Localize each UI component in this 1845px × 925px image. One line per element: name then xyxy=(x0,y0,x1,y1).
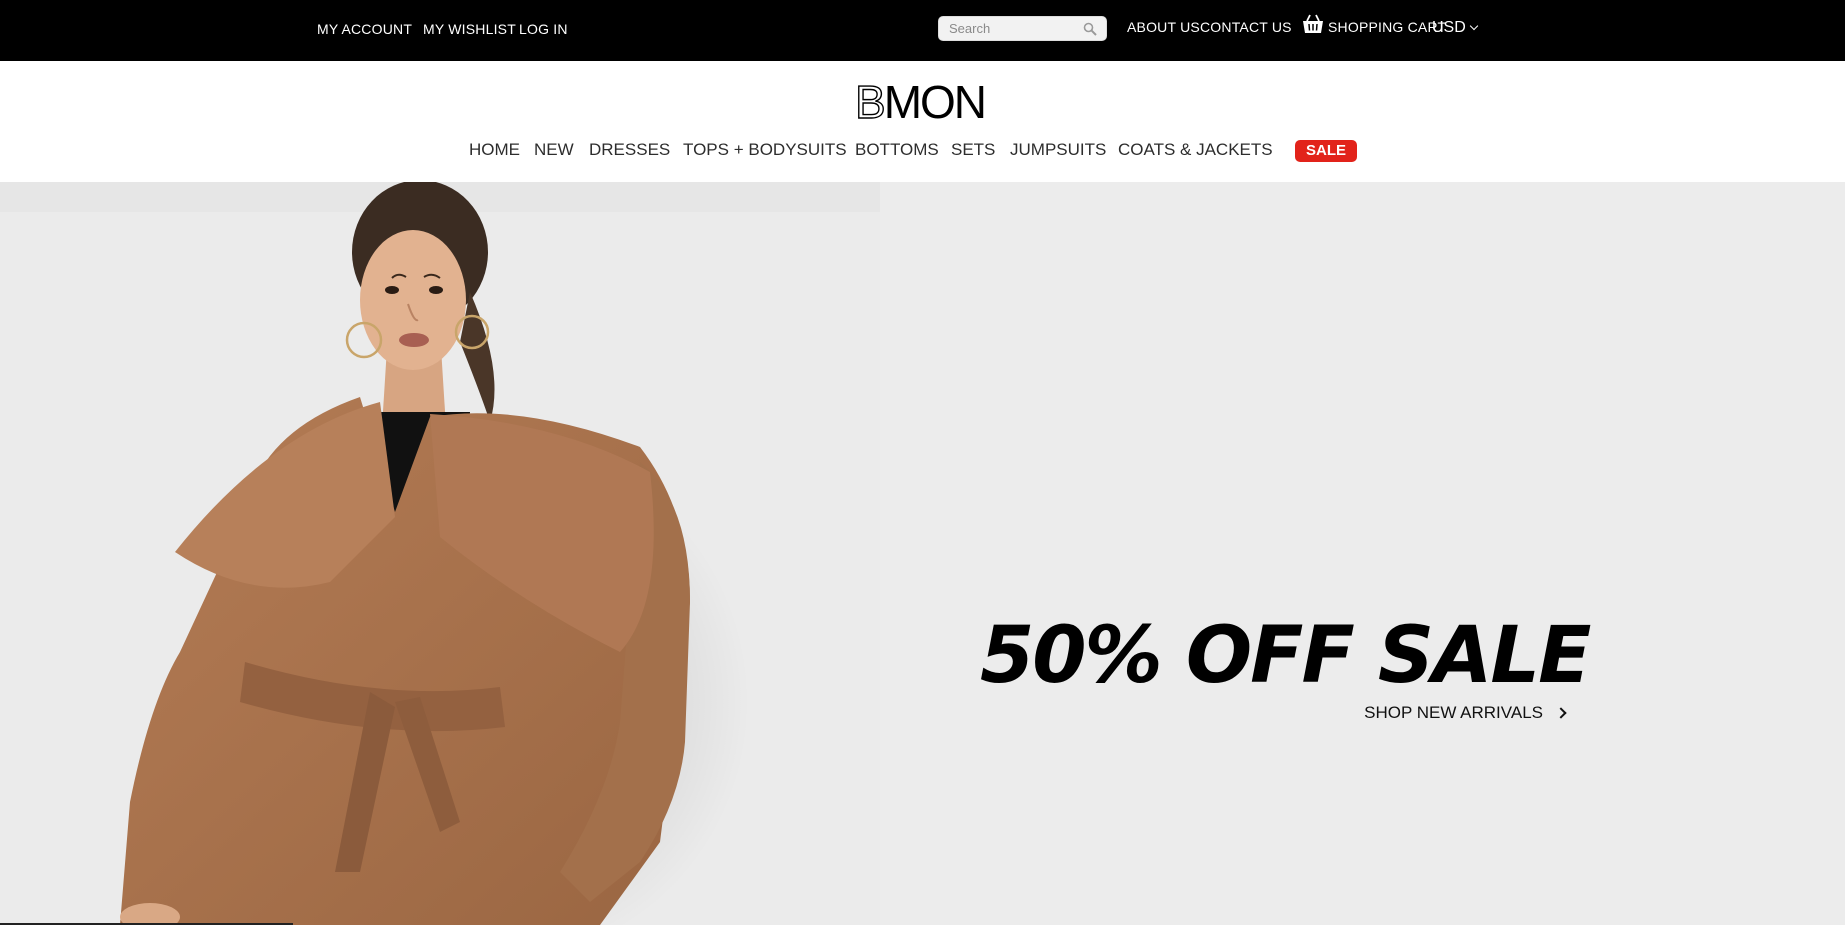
hero-cta-label: SHOP NEW ARRIVALS xyxy=(1364,703,1543,722)
shopping-cart-link[interactable]: SHOPPING CART xyxy=(1328,19,1446,35)
nav-sets[interactable]: SETS xyxy=(951,140,995,160)
logo-letter-b: B xyxy=(854,76,886,128)
about-us-link[interactable]: ABOUT US xyxy=(1127,19,1200,35)
search-box xyxy=(938,16,1107,41)
shop-new-arrivals-link[interactable]: SHOP NEW ARRIVALS xyxy=(1330,703,1567,723)
site-header: BMON HOME NEW DRESSES TOPS + BODYSUITS B… xyxy=(0,61,1845,182)
my-wishlist-link[interactable]: MY WISHLIST xyxy=(423,21,516,37)
nav-bottoms[interactable]: BOTTOMS xyxy=(855,140,939,160)
currency-selector[interactable]: USD xyxy=(1432,19,1479,37)
currency-label: USD xyxy=(1432,19,1466,36)
log-in-link[interactable]: LOG IN xyxy=(519,21,568,37)
nav-home[interactable]: HOME xyxy=(469,140,520,160)
hero-banner[interactable]: 50% OFF SALE SHOP NEW ARRIVALS xyxy=(0,182,1845,925)
search-input[interactable] xyxy=(949,17,1079,40)
nav-tops-bodysuits[interactable]: TOPS + BODYSUITS xyxy=(683,140,847,160)
chevron-down-icon xyxy=(1469,21,1479,31)
my-account-link[interactable]: MY ACCOUNT xyxy=(317,21,412,37)
site-logo[interactable]: BMON xyxy=(854,76,987,128)
nav-sale-badge[interactable]: SALE xyxy=(1295,140,1357,162)
shopping-basket-icon[interactable] xyxy=(1302,14,1324,34)
hero-model-image xyxy=(0,182,880,925)
top-bar: MY ACCOUNT MY WISHLIST LOG IN ABOUT US C… xyxy=(0,0,1845,61)
contact-us-link[interactable]: CONTACT US xyxy=(1200,19,1292,35)
nav-new[interactable]: NEW xyxy=(534,140,574,160)
nav-coats-jackets[interactable]: COATS & JACKETS xyxy=(1118,140,1273,160)
search-icon[interactable] xyxy=(1083,22,1097,36)
chevron-right-icon xyxy=(1555,707,1567,719)
nav-jumpsuits[interactable]: JUMPSUITS xyxy=(1010,140,1106,160)
logo-text: MON xyxy=(883,76,987,128)
hero-title: 50% OFF SALE xyxy=(980,611,1591,701)
nav-dresses[interactable]: DRESSES xyxy=(589,140,670,160)
